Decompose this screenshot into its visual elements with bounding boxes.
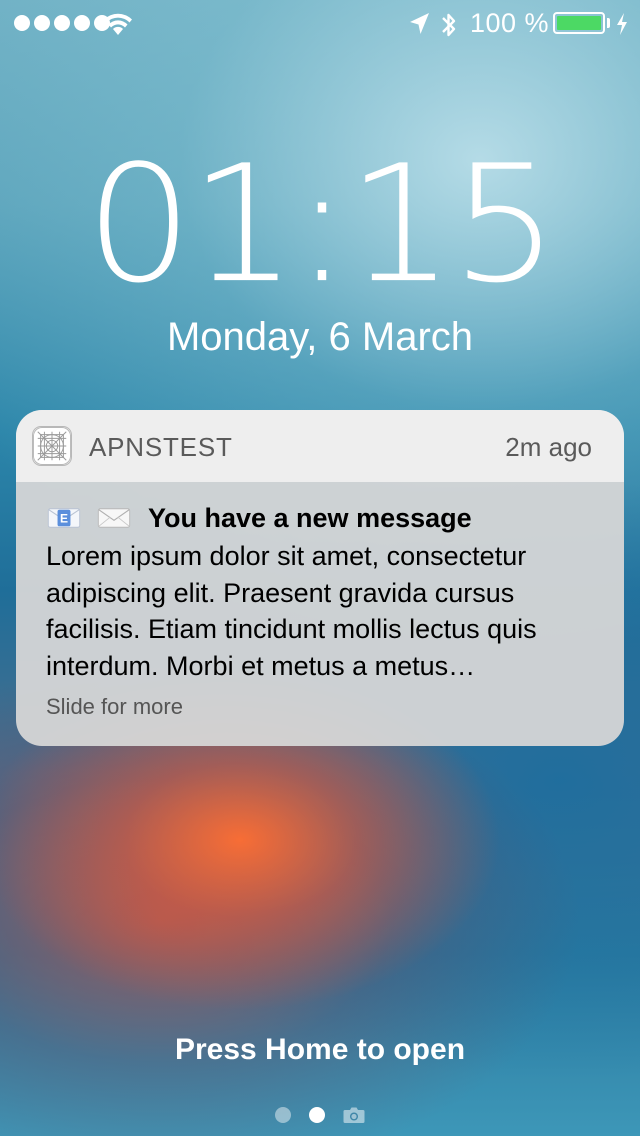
camera-icon[interactable]: [343, 1106, 365, 1124]
envelope-icon: [97, 508, 131, 528]
status-bar: 100 %: [0, 0, 640, 48]
page-dot[interactable]: [275, 1107, 291, 1123]
svg-text:E: E: [60, 512, 68, 526]
lock-screen-clock: 01:15: [0, 144, 640, 306]
notification-title-row: E You have a new message: [46, 498, 606, 538]
charging-bolt-icon: [617, 13, 627, 35]
signal-dot: [74, 15, 90, 31]
app-icon: [32, 426, 72, 466]
location-arrow-icon: [410, 13, 429, 34]
lock-screen-date: Monday, 6 March: [166, 315, 474, 359]
push-notification[interactable]: APNSTEST 2m ago E You have a new message…: [16, 410, 624, 746]
notification-title: You have a new message: [148, 502, 472, 533]
battery-icon: [553, 12, 605, 34]
signal-dot: [54, 15, 70, 31]
clock-time: 01:15: [85, 130, 559, 320]
bluetooth-icon: [442, 13, 456, 37]
notification-time: 2m ago: [505, 432, 592, 462]
battery-fill: [557, 16, 601, 30]
notification-body: E You have a new message Lorem ipsum dol…: [46, 498, 606, 684]
wifi-icon: [104, 13, 132, 35]
battery-cap: [607, 18, 610, 28]
notification-message: Lorem ipsum dolor sit amet, consectetur …: [46, 541, 537, 681]
page-dot-active[interactable]: [309, 1107, 325, 1123]
cellular-signal: [14, 15, 110, 31]
notification-header: APNSTEST 2m ago: [16, 410, 624, 482]
signal-dot: [14, 15, 30, 31]
notification-app-name: APNSTEST: [89, 432, 233, 462]
email-envelope-icon: E: [47, 508, 81, 528]
press-home-prompt: Press Home to open: [174, 1033, 466, 1066]
signal-dot: [34, 15, 50, 31]
page-indicator: [0, 1106, 640, 1124]
slide-for-more-hint: Slide for more: [46, 694, 183, 719]
battery-percentage: 100 %: [470, 8, 550, 38]
